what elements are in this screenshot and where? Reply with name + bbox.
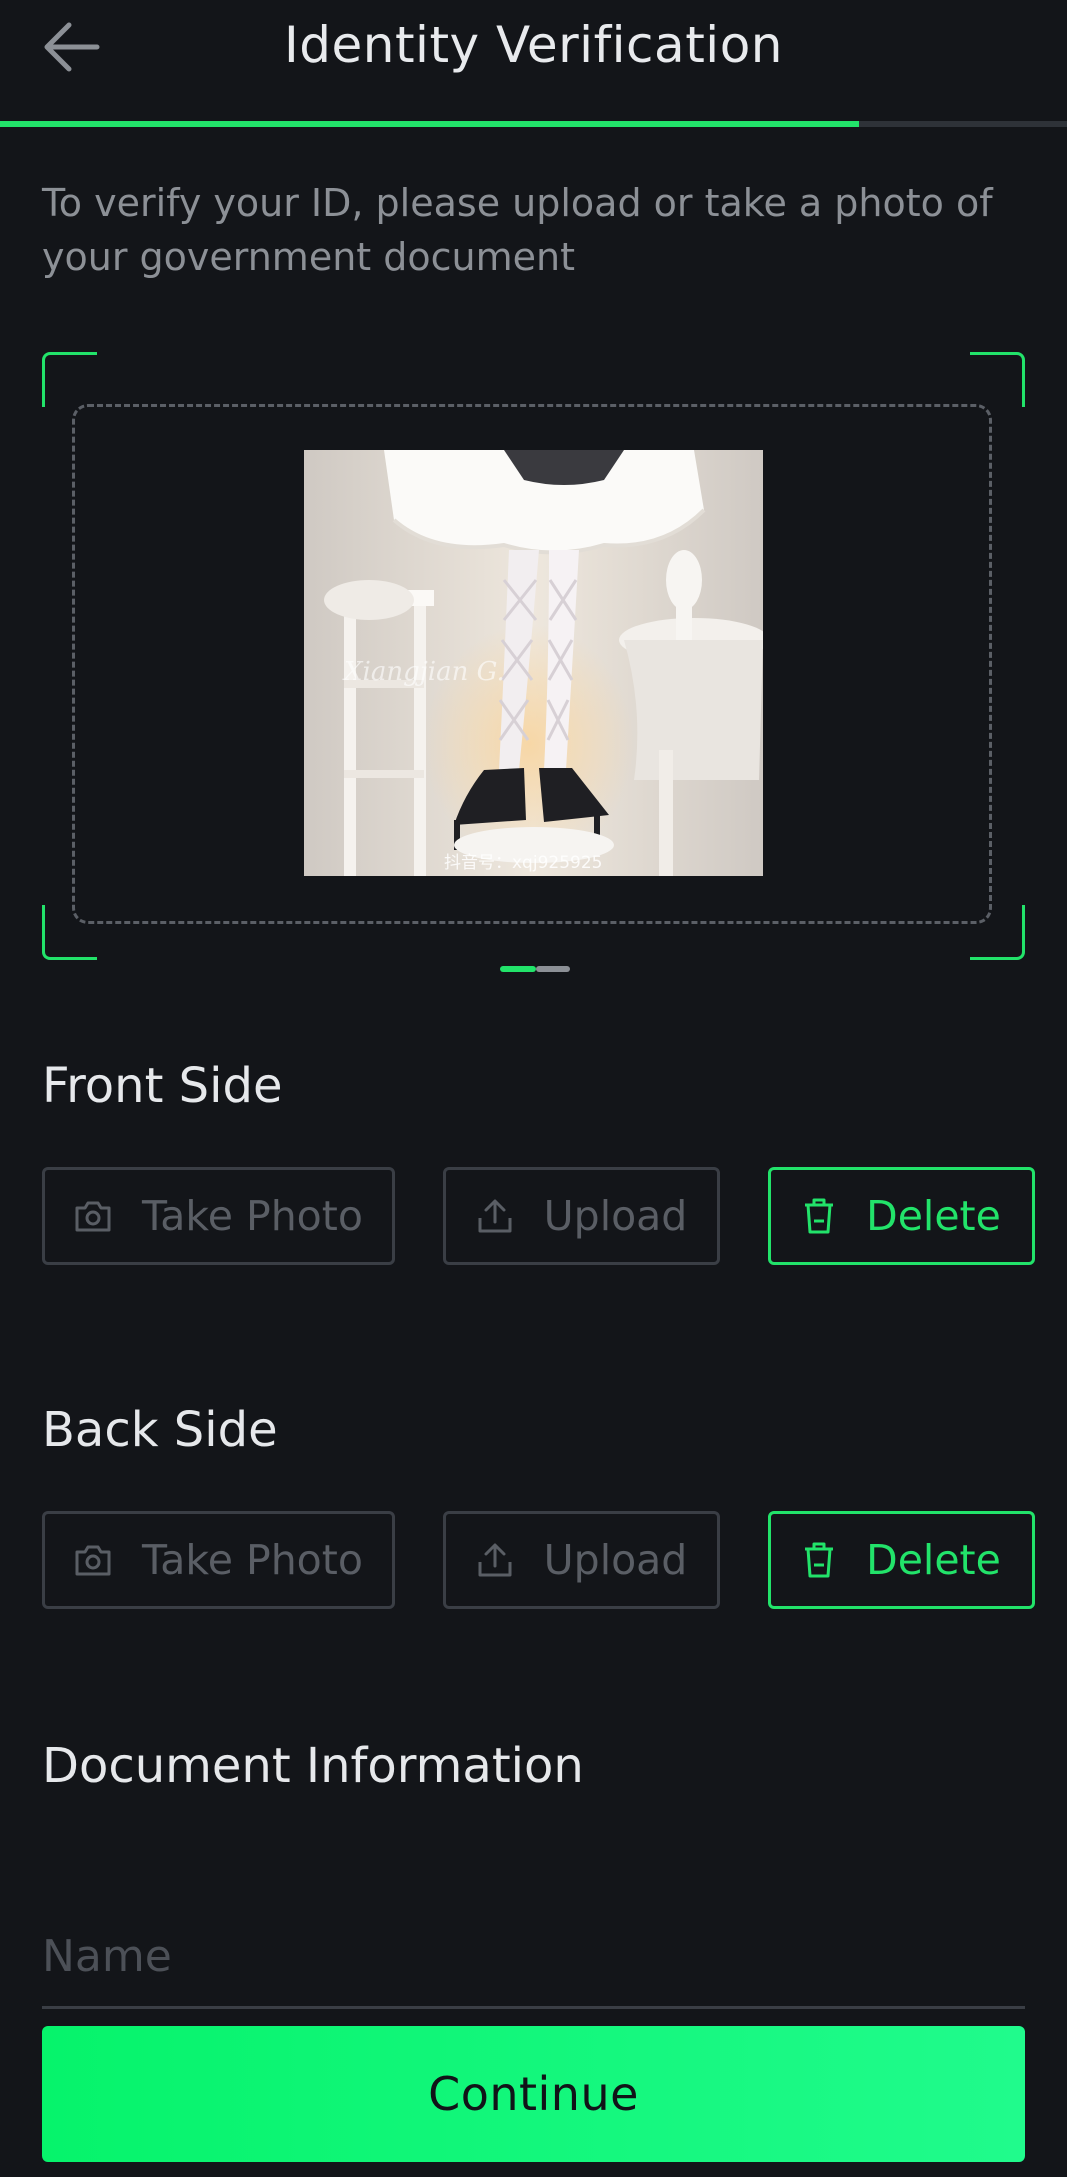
front-take-photo-button[interactable]: Take Photo bbox=[42, 1167, 395, 1265]
name-input-underline bbox=[42, 2006, 1025, 2009]
photo-watermark: Xiangjian G. bbox=[342, 657, 505, 687]
frame-corner-top-left bbox=[42, 352, 97, 407]
trash-icon bbox=[805, 1542, 834, 1578]
instructions-text: To verify your ID, please upload or take… bbox=[42, 181, 993, 279]
back-take-photo-button[interactable]: Take Photo bbox=[42, 1511, 395, 1609]
indicator-active bbox=[500, 966, 536, 972]
camera-icon bbox=[75, 1201, 111, 1232]
front-delete-label: Delete bbox=[866, 1192, 1001, 1240]
photo-caption: 抖音号：xqj925925 bbox=[444, 853, 602, 873]
frame-corner-top-right bbox=[970, 352, 1025, 407]
upload-icon bbox=[478, 1543, 512, 1577]
page-title: Identity Verification bbox=[284, 16, 783, 74]
front-take-photo-label: Take Photo bbox=[142, 1192, 363, 1240]
document-preview-frame: Xiangjian G. 抖音号：xqj925925 bbox=[42, 352, 1025, 960]
trash-icon bbox=[805, 1198, 834, 1234]
front-upload-button[interactable]: Upload bbox=[443, 1167, 720, 1265]
progress-fill bbox=[0, 121, 859, 127]
camera-icon bbox=[75, 1545, 111, 1576]
front-upload-label: Upload bbox=[543, 1192, 688, 1240]
upload-icon bbox=[478, 1199, 512, 1233]
document-info-title: Document Information bbox=[42, 1738, 584, 1794]
back-side-title: Back Side bbox=[42, 1402, 278, 1458]
uploaded-document-image: Xiangjian G. 抖音号：xqj925925 bbox=[304, 450, 763, 876]
continue-button[interactable]: Continue bbox=[42, 2026, 1025, 2162]
carousel-indicator bbox=[500, 966, 570, 972]
name-input[interactable]: Name bbox=[42, 1931, 172, 1982]
front-side-title: Front Side bbox=[42, 1058, 283, 1114]
photo-illustration: Xiangjian G. 抖音号：xqj925925 bbox=[304, 450, 763, 876]
header: Identity Verification bbox=[0, 0, 1067, 92]
back-delete-button[interactable]: Delete bbox=[768, 1511, 1035, 1609]
back-take-photo-label: Take Photo bbox=[142, 1536, 363, 1584]
back-upload-button[interactable]: Upload bbox=[443, 1511, 720, 1609]
front-delete-button[interactable]: Delete bbox=[768, 1167, 1035, 1265]
back-upload-label: Upload bbox=[543, 1536, 688, 1584]
progress-bar bbox=[0, 121, 1067, 127]
indicator-inactive[interactable] bbox=[536, 966, 570, 972]
back-delete-label: Delete bbox=[866, 1536, 1001, 1584]
